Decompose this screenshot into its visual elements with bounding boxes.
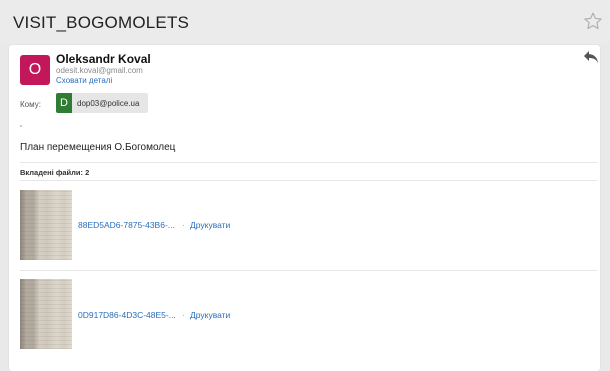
attachment-thumbnail[interactable] xyxy=(20,279,72,349)
sender-name: Oleksandr Koval xyxy=(56,52,151,66)
quote-marker xyxy=(20,125,22,127)
message-card: O Oleksandr Koval odesit.koval@gmail.com… xyxy=(9,45,600,371)
subject-bar: VISIT_BOGOMOLETS xyxy=(0,0,610,44)
print-link[interactable]: Друкувати xyxy=(190,220,230,230)
attachment-thumbnail[interactable] xyxy=(20,190,72,260)
attachments-label: Вкладені файли: 2 xyxy=(20,168,90,177)
reply-icon[interactable] xyxy=(583,50,599,64)
recipient-email: dop03@police.ua xyxy=(77,99,140,108)
recipient-avatar: D xyxy=(56,93,72,113)
sender-email: odesit.koval@gmail.com xyxy=(56,66,143,75)
hide-details-link[interactable]: Сховати деталі xyxy=(56,76,112,85)
print-link[interactable]: Друкувати xyxy=(190,310,230,320)
separator: · xyxy=(182,220,185,230)
star-icon[interactable] xyxy=(583,11,603,31)
message-body: План перемещения О.Богомолец xyxy=(20,142,176,153)
attachment-filename-link[interactable]: 0D917D86-4D3C-48E5-... xyxy=(78,310,176,320)
separator: · xyxy=(182,310,185,320)
sender-avatar: O xyxy=(20,55,50,85)
to-label: Кому: xyxy=(20,100,41,109)
divider xyxy=(20,270,597,271)
message-subject: VISIT_BOGOMOLETS xyxy=(13,13,190,32)
divider xyxy=(20,180,597,181)
recipient-chip[interactable]: D dop03@police.ua xyxy=(56,93,148,113)
attachment-filename-link[interactable]: 88ED5AD6-7875-43B6-... xyxy=(78,220,175,230)
divider xyxy=(20,162,597,163)
